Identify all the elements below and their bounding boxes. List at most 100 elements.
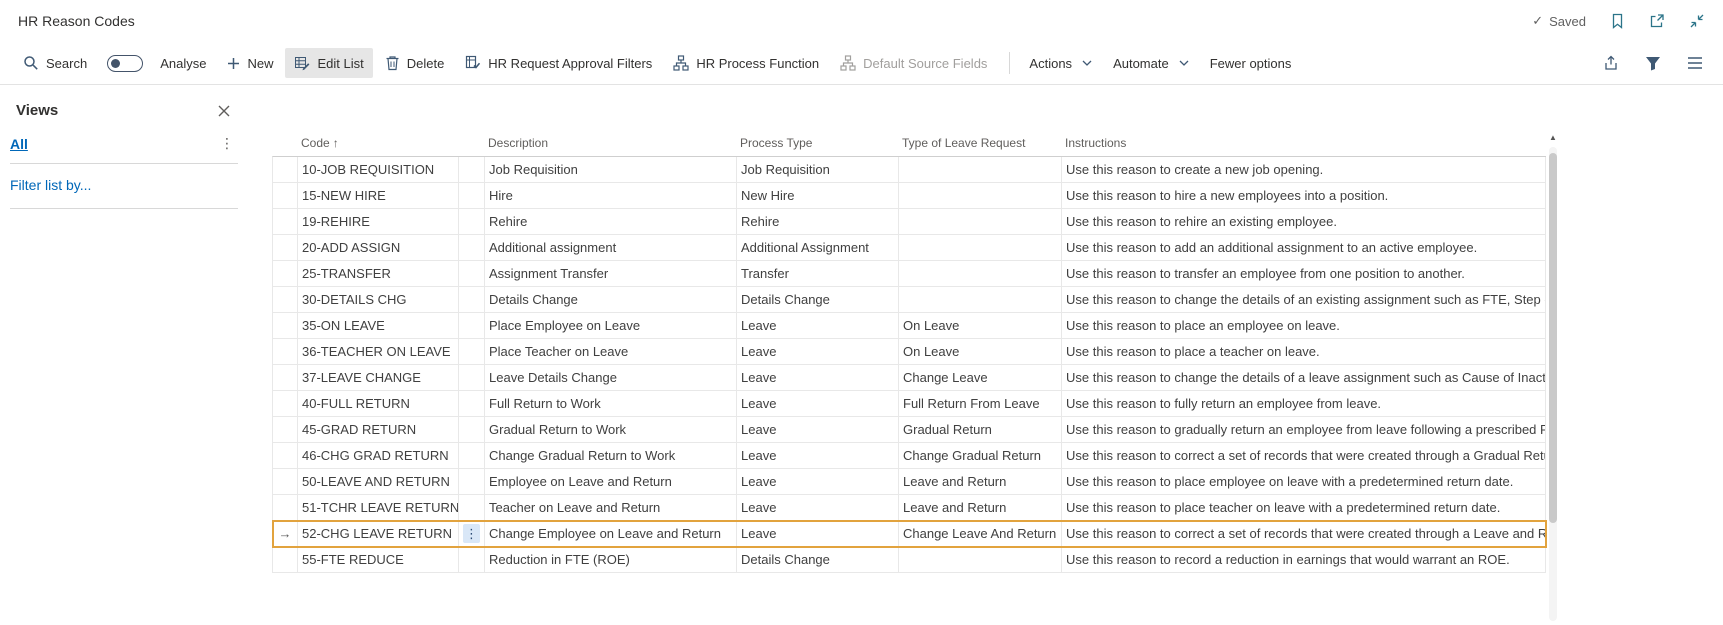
- cell-leave-type[interactable]: [899, 209, 1062, 234]
- cell-code[interactable]: 20-ADD ASSIGN: [298, 235, 459, 260]
- minimize-page-button[interactable]: [1689, 13, 1705, 29]
- cell-description[interactable]: Employee on Leave and Return: [485, 469, 737, 494]
- new-button[interactable]: New: [218, 49, 282, 78]
- cell-leave-type[interactable]: [899, 261, 1062, 286]
- row-menu-cell[interactable]: [459, 157, 485, 182]
- cell-leave-type[interactable]: Leave and Return: [899, 469, 1062, 494]
- cell-process-type[interactable]: Leave: [737, 443, 899, 468]
- row-gutter[interactable]: [273, 313, 298, 338]
- cell-instructions[interactable]: Use this reason to fully return an emplo…: [1062, 391, 1546, 416]
- cell-instructions[interactable]: Use this reason to change the details of…: [1062, 287, 1546, 312]
- row-gutter[interactable]: [273, 287, 298, 312]
- cell-description[interactable]: Additional assignment: [485, 235, 737, 260]
- share-button[interactable]: [1603, 55, 1619, 71]
- row-menu-cell[interactable]: [459, 209, 485, 234]
- row-gutter[interactable]: [273, 365, 298, 390]
- table-row[interactable]: 40-FULL RETURN Full Return to Work Leave…: [273, 391, 1546, 417]
- cell-leave-type[interactable]: [899, 547, 1062, 572]
- cell-description[interactable]: Place Teacher on Leave: [485, 339, 737, 364]
- actions-menu-button[interactable]: Actions: [1020, 49, 1101, 78]
- cell-code[interactable]: 55-FTE REDUCE: [298, 547, 459, 572]
- cell-code[interactable]: 30-DETAILS CHG: [298, 287, 459, 312]
- cell-instructions[interactable]: Use this reason to place a teacher on le…: [1062, 339, 1546, 364]
- row-gutter[interactable]: [273, 261, 298, 286]
- cell-description[interactable]: Reduction in FTE (ROE): [485, 547, 737, 572]
- cell-description[interactable]: Leave Details Change: [485, 365, 737, 390]
- cell-code[interactable]: 46-CHG GRAD RETURN: [298, 443, 459, 468]
- cell-process-type[interactable]: Leave: [737, 521, 899, 546]
- cell-description[interactable]: Job Requisition: [485, 157, 737, 182]
- row-menu-cell[interactable]: [459, 391, 485, 416]
- row-menu-cell[interactable]: ⋮: [459, 521, 485, 546]
- cell-code[interactable]: 36-TEACHER ON LEAVE: [298, 339, 459, 364]
- cell-leave-type[interactable]: Change Leave And Return: [899, 521, 1062, 546]
- cell-instructions[interactable]: Use this reason to create a new job open…: [1062, 157, 1546, 182]
- cell-description[interactable]: Change Employee on Leave and Return: [485, 521, 737, 546]
- cell-leave-type[interactable]: Change Gradual Return: [899, 443, 1062, 468]
- cell-description[interactable]: Rehire: [485, 209, 737, 234]
- bookmark-button[interactable]: [1610, 13, 1625, 29]
- close-views-button[interactable]: [218, 105, 230, 117]
- cell-process-type[interactable]: Details Change: [737, 287, 899, 312]
- column-header-instructions[interactable]: Instructions: [1061, 136, 1545, 150]
- column-header-description[interactable]: Description: [484, 136, 736, 150]
- cell-process-type[interactable]: Leave: [737, 391, 899, 416]
- row-gutter[interactable]: [273, 235, 298, 260]
- cell-leave-type[interactable]: [899, 157, 1062, 182]
- cell-instructions[interactable]: Use this reason to place employee on lea…: [1062, 469, 1546, 494]
- row-menu-cell[interactable]: [459, 261, 485, 286]
- cell-description[interactable]: Full Return to Work: [485, 391, 737, 416]
- cell-process-type[interactable]: Leave: [737, 417, 899, 442]
- column-header-process-type[interactable]: Process Type: [736, 136, 898, 150]
- row-gutter[interactable]: [273, 547, 298, 572]
- analyse-toggle[interactable]: [107, 54, 144, 72]
- hr-request-approval-filters-button[interactable]: HR Request Approval Filters: [456, 48, 661, 78]
- cell-code[interactable]: 52-CHG LEAVE RETURN: [298, 521, 459, 546]
- table-row[interactable]: 25-TRANSFER Assignment Transfer Transfer…: [273, 261, 1546, 287]
- view-all-link[interactable]: All: [10, 136, 28, 152]
- table-row[interactable]: 35-ON LEAVE Place Employee on Leave Leav…: [273, 313, 1546, 339]
- table-row[interactable]: 20-ADD ASSIGN Additional assignment Addi…: [273, 235, 1546, 261]
- analyse-button[interactable]: Analyse: [151, 49, 215, 78]
- cell-instructions[interactable]: Use this reason to hire a new employees …: [1062, 183, 1546, 208]
- cell-code[interactable]: 15-NEW HIRE: [298, 183, 459, 208]
- delete-button[interactable]: Delete: [376, 48, 454, 78]
- cell-process-type[interactable]: Transfer: [737, 261, 899, 286]
- row-menu-cell[interactable]: [459, 417, 485, 442]
- automate-menu-button[interactable]: Automate: [1104, 49, 1198, 78]
- table-row[interactable]: 30-DETAILS CHG Details Change Details Ch…: [273, 287, 1546, 313]
- cell-leave-type[interactable]: On Leave: [899, 339, 1062, 364]
- cell-code[interactable]: 45-GRAD RETURN: [298, 417, 459, 442]
- cell-instructions[interactable]: Use this reason to place an employee on …: [1062, 313, 1546, 338]
- cell-leave-type[interactable]: Leave and Return: [899, 495, 1062, 520]
- hr-process-function-button[interactable]: HR Process Function: [664, 48, 828, 78]
- column-header-leave-type[interactable]: Type of Leave Request: [898, 136, 1061, 150]
- row-gutter[interactable]: [273, 391, 298, 416]
- row-menu-cell[interactable]: [459, 183, 485, 208]
- cell-process-type[interactable]: Details Change: [737, 547, 899, 572]
- cell-description[interactable]: Details Change: [485, 287, 737, 312]
- cell-process-type[interactable]: Additional Assignment: [737, 235, 899, 260]
- row-menu-cell[interactable]: [459, 469, 485, 494]
- cell-code[interactable]: 37-LEAVE CHANGE: [298, 365, 459, 390]
- cell-leave-type[interactable]: Change Leave: [899, 365, 1062, 390]
- table-row[interactable]: 51-TCHR LEAVE RETURN Teacher on Leave an…: [273, 495, 1546, 521]
- column-header-code[interactable]: Code ↑: [297, 136, 458, 150]
- cell-instructions[interactable]: Use this reason to rehire an existing em…: [1062, 209, 1546, 234]
- cell-leave-type[interactable]: Gradual Return: [899, 417, 1062, 442]
- row-gutter[interactable]: [273, 469, 298, 494]
- view-options-icon[interactable]: ⋮: [220, 135, 234, 152]
- cell-process-type[interactable]: Leave: [737, 313, 899, 338]
- cell-description[interactable]: Teacher on Leave and Return: [485, 495, 737, 520]
- fewer-options-button[interactable]: Fewer options: [1201, 49, 1301, 78]
- edit-list-button[interactable]: Edit List: [285, 48, 373, 78]
- table-row[interactable]: 45-GRAD RETURN Gradual Return to Work Le…: [273, 417, 1546, 443]
- cell-description[interactable]: Change Gradual Return to Work: [485, 443, 737, 468]
- scroll-up-arrow-icon[interactable]: ▲: [1547, 131, 1559, 145]
- cell-instructions[interactable]: Use this reason to gradually return an e…: [1062, 417, 1546, 442]
- cell-process-type[interactable]: Job Requisition: [737, 157, 899, 182]
- layout-options-button[interactable]: [1687, 56, 1703, 70]
- search-button[interactable]: Search: [14, 48, 96, 78]
- row-gutter[interactable]: [273, 339, 298, 364]
- row-menu-cell[interactable]: [459, 443, 485, 468]
